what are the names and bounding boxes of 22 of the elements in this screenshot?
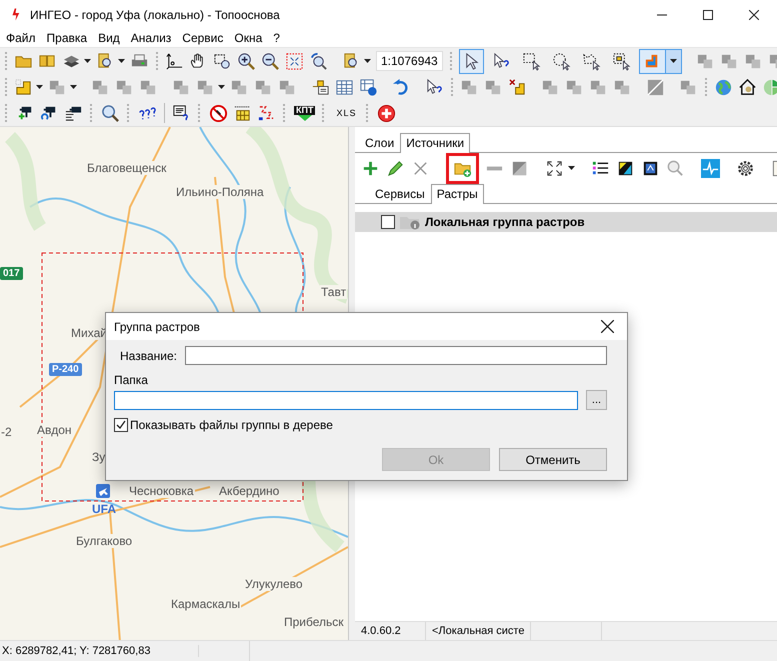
place-label: Чесноковка: [128, 484, 195, 498]
airport-label: UFA: [92, 502, 116, 516]
coordinates-text: X: 6289782,41; Y: 7281760,83: [0, 645, 199, 657]
place-label: Улукулево: [244, 577, 304, 591]
dialog-title: Группа растров: [114, 320, 200, 334]
place-label: -2: [0, 425, 13, 439]
place-label: Кармаскалы: [170, 597, 242, 611]
place-label: Прибельск: [283, 615, 345, 629]
checkbox-label: Показывать файлы группы в дереве: [130, 418, 333, 432]
place-label: Благовещенск: [86, 161, 168, 175]
road-badge: 017: [0, 267, 23, 280]
name-label: Название:: [119, 348, 178, 362]
tree-item-label: Локальная группа растров: [425, 215, 585, 229]
window-title: ИНГЕО - город Уфа (локально) - Топооснова: [30, 8, 280, 22]
folder-label: Папка: [114, 373, 149, 387]
place-label: Зу: [91, 450, 106, 464]
place-label: Булгаково: [75, 534, 134, 548]
place-label: Тавт: [320, 285, 348, 299]
place-label: Ильино-Поляна: [175, 185, 265, 199]
road-badge: Р-240: [49, 363, 82, 376]
place-label: Акбердино: [218, 484, 280, 498]
place-label: Авдон: [36, 423, 73, 437]
